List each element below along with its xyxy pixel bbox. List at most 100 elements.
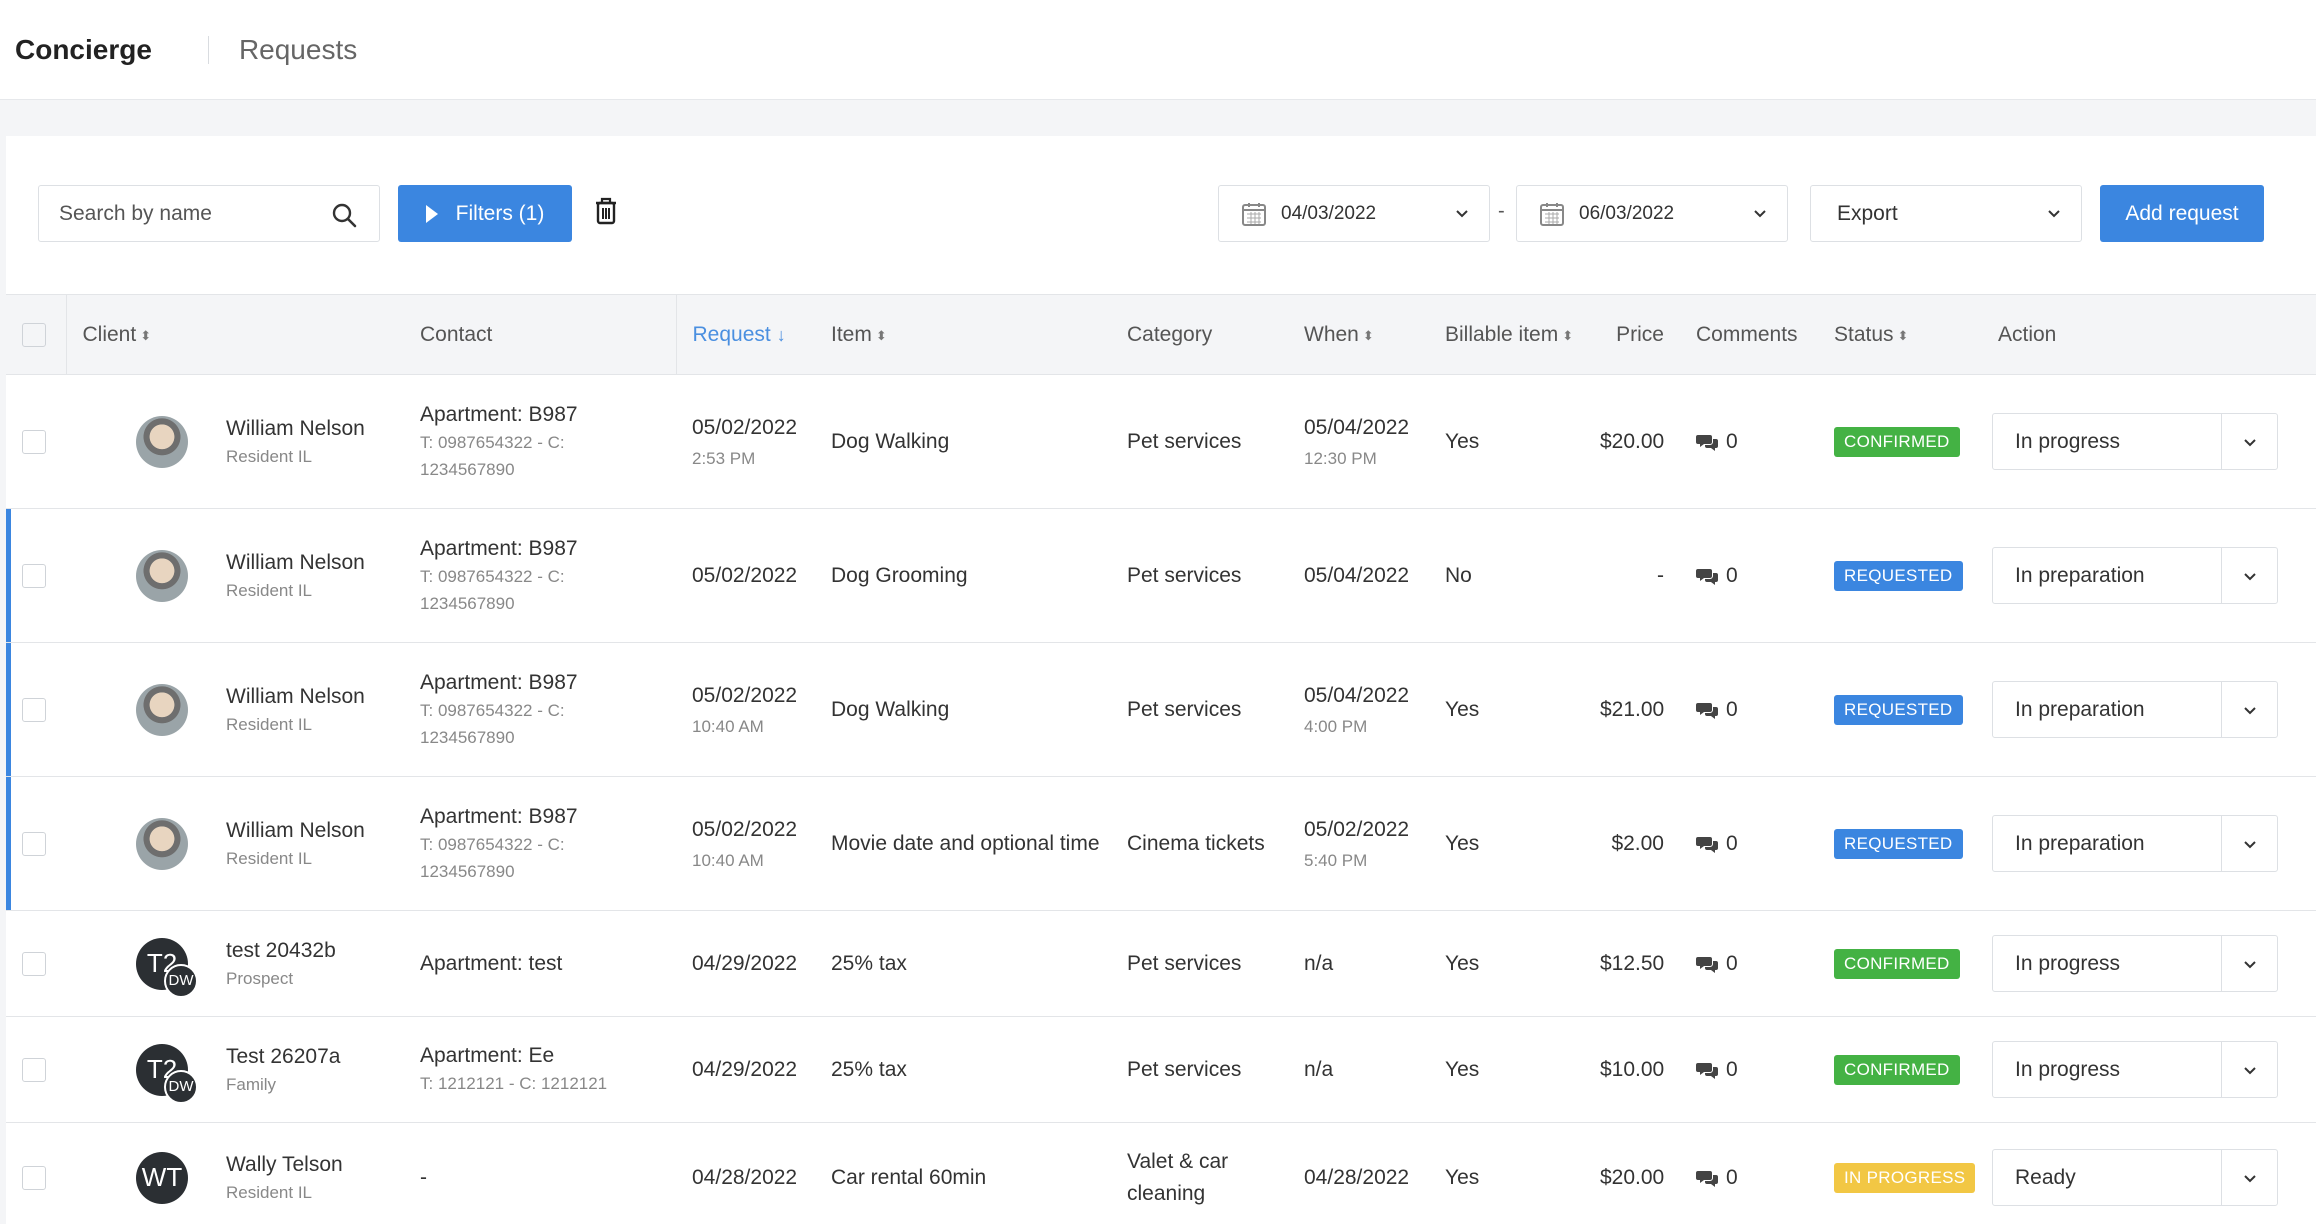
when-cell: 05/04/2022 <box>1288 508 1429 643</box>
price-cell: $2.00 <box>1584 776 1680 911</box>
row-checkbox[interactable] <box>22 697 46 722</box>
date-to-picker[interactable]: 06/03/2022 <box>1516 185 1788 242</box>
when-cell: n/a <box>1288 1016 1429 1123</box>
status-badge: CONFIRMED <box>1834 426 1960 457</box>
comments[interactable]: 0 <box>1696 952 1818 976</box>
action-label: In preparation <box>2015 563 2145 587</box>
comments[interactable]: 0 <box>1696 1166 1818 1190</box>
client-name[interactable]: William Nelson <box>226 417 365 441</box>
avatar <box>136 549 188 602</box>
client-name[interactable]: William Nelson <box>226 819 365 843</box>
comments[interactable]: 0 <box>1696 564 1818 588</box>
action-dropdown[interactable]: In preparation <box>1992 815 2278 872</box>
client-name[interactable]: William Nelson <box>226 551 365 575</box>
row-checkbox[interactable] <box>22 951 46 976</box>
search-box[interactable] <box>38 185 380 242</box>
col-billable[interactable]: Billable item ⬍ <box>1429 294 1584 375</box>
comments[interactable]: 0 <box>1696 698 1818 722</box>
export-dropdown[interactable]: Export <box>1810 185 2082 242</box>
request-cell: 04/29/2022 <box>676 1016 815 1123</box>
billable-value: Yes <box>1445 1057 1480 1081</box>
client-name[interactable]: Test 26207a <box>226 1045 340 1069</box>
row-checkbox[interactable] <box>22 1165 46 1190</box>
action-toggle[interactable] <box>2221 682 2277 737</box>
select-all-checkbox[interactable] <box>22 322 46 347</box>
item-name: Dog Walking <box>831 697 950 721</box>
date-separator: - <box>1498 200 1505 222</box>
sort-icon: ⬍ <box>1562 327 1574 343</box>
filters-button[interactable]: Filters (1) <box>398 185 572 242</box>
action-toggle[interactable] <box>2221 1150 2277 1205</box>
table-row[interactable]: William Nelson Resident IL Apartment: B987… <box>6 776 2316 911</box>
client[interactable]: T2 DW Test 26207a Family <box>66 1043 404 1104</box>
action-cell: In preparation <box>1982 642 2316 777</box>
action-toggle[interactable] <box>2221 816 2277 871</box>
avatar: T2 DW <box>136 937 198 998</box>
date-from-picker[interactable]: 04/03/2022 <box>1218 185 1490 242</box>
row-checkbox[interactable] <box>22 429 46 454</box>
action-dropdown[interactable]: In preparation <box>1992 681 2278 738</box>
status-cell: CONFIRMED <box>1818 374 1982 509</box>
col-client[interactable]: Client ⬍ <box>66 294 404 375</box>
row-select-cell <box>6 910 66 1017</box>
row-checkbox[interactable] <box>22 831 46 856</box>
action-dropdown[interactable]: Ready <box>1992 1149 2278 1206</box>
breadcrumb-requests[interactable]: Requests <box>239 34 357 66</box>
comments[interactable]: 0 <box>1696 1058 1818 1082</box>
chevron-down-icon <box>2243 1066 2256 1074</box>
row-select-cell <box>6 776 66 911</box>
contact-apartment: Apartment: Ee <box>420 1044 555 1067</box>
client-role: Resident IL <box>226 848 312 868</box>
status-badge: IN PROGRESS <box>1834 1162 1976 1193</box>
comments[interactable]: 0 <box>1696 832 1818 856</box>
table-row[interactable]: William Nelson Resident IL Apartment: B987… <box>6 642 2316 777</box>
top-bar: Concierge Requests <box>0 0 2316 100</box>
col-request[interactable]: Request ↓ <box>676 294 815 375</box>
add-request-button[interactable]: Add request <box>2100 185 2264 242</box>
table-row[interactable]: WT Wally Telson Resident IL - 04/28/2022 Car … <box>6 1122 2316 1224</box>
search-icon[interactable] <box>331 202 357 228</box>
trash-icon[interactable] <box>592 196 620 226</box>
request-time: 10:40 AM <box>692 716 764 736</box>
table-row[interactable]: William Nelson Resident IL Apartment: B987… <box>6 508 2316 643</box>
client-name[interactable]: Wally Telson <box>226 1153 343 1177</box>
action-dropdown[interactable]: In progress <box>1992 1041 2278 1098</box>
row-checkbox[interactable] <box>22 563 46 588</box>
col-action: Action <box>1982 294 2316 375</box>
action-toggle[interactable] <box>2221 414 2277 469</box>
client-name[interactable]: William Nelson <box>226 685 365 709</box>
client[interactable]: William Nelson Resident IL <box>66 683 404 736</box>
sort-down-icon: ↓ <box>776 324 786 345</box>
client[interactable]: William Nelson Resident IL <box>66 817 404 870</box>
action-toggle[interactable] <box>2221 548 2277 603</box>
client[interactable]: T2 DW test 20432b Prospect <box>66 937 404 998</box>
contact-phones: T: 0987654322 - C: <box>420 700 565 720</box>
action-dropdown[interactable]: In progress <box>1992 935 2278 992</box>
table-row[interactable]: William Nelson Resident IL Apartment: B987… <box>6 374 2316 509</box>
category-name: Pet services <box>1127 951 1242 975</box>
client[interactable]: William Nelson Resident IL <box>66 549 404 602</box>
billable-cell: Yes <box>1429 776 1584 911</box>
table-row[interactable]: T2 DW test 20432b Prospect Apartment: test 04… <box>6 910 2316 1017</box>
sort-icon: ⬍ <box>140 327 152 343</box>
row-checkbox[interactable] <box>22 1057 46 1082</box>
col-item[interactable]: Item ⬍ <box>815 294 1111 375</box>
sort-icon: ⬍ <box>875 327 887 343</box>
client[interactable]: WT Wally Telson Resident IL <box>66 1151 404 1204</box>
status-badge: CONFIRMED <box>1834 1054 1960 1085</box>
search-input[interactable] <box>59 201 329 226</box>
client-name[interactable]: test 20432b <box>226 939 336 963</box>
comments[interactable]: 0 <box>1696 430 1818 454</box>
status-cell: REQUESTED <box>1818 508 1982 643</box>
col-when[interactable]: When ⬍ <box>1288 294 1429 375</box>
price-value: $20.00 <box>1600 1165 1665 1189</box>
client[interactable]: William Nelson Resident IL <box>66 415 404 468</box>
action-toggle[interactable] <box>2221 1042 2277 1097</box>
action-toggle[interactable] <box>2221 936 2277 991</box>
contact-cell: Apartment: test <box>404 910 676 1017</box>
col-status[interactable]: Status ⬍ <box>1818 294 1982 375</box>
item-name: Car rental 60min <box>831 1165 987 1189</box>
table-row[interactable]: T2 DW Test 26207a Family Apartment: Ee T: 121… <box>6 1016 2316 1123</box>
action-dropdown[interactable]: In preparation <box>1992 547 2278 604</box>
action-dropdown[interactable]: In progress <box>1992 413 2278 470</box>
